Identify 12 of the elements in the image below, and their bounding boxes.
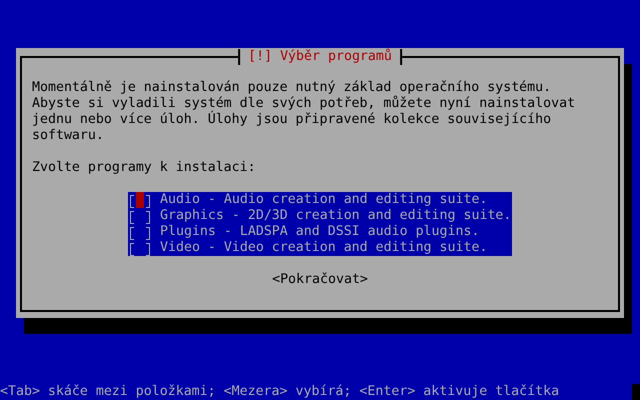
status-hint: <Tab> skáče mezi položkami; <Mezera> vybírá; <Enter> aktivuje tlačítka	[0, 384, 560, 400]
option-row[interactable]: Plugins - LADSPA and DSSI audio plugins.	[128, 224, 512, 240]
prompt-text: Zvolte programy k instalaci:	[32, 160, 256, 176]
message-text: Momentálně je nainstalován pouze nutný základ operačního systému. Abyste si vyladili systém dle svých potřeb, můžete nyní nainstalovat jednu nebo více úloh. Úlohy jsou připravené kolekce souvisejícího softwaru.	[32, 80, 576, 144]
option-label: Plugins - LADSPA and DSSI audio plugins.	[160, 224, 480, 240]
checkbox[interactable]	[128, 208, 152, 224]
checkbox[interactable]	[128, 192, 152, 208]
checkbox[interactable]	[128, 240, 152, 256]
continue-button[interactable]: <Pokračovat>	[272, 272, 368, 288]
text-cursor	[632, 384, 640, 400]
checkbox[interactable]	[128, 224, 152, 240]
dialog-title: [!] Výběr programů	[238, 49, 402, 65]
